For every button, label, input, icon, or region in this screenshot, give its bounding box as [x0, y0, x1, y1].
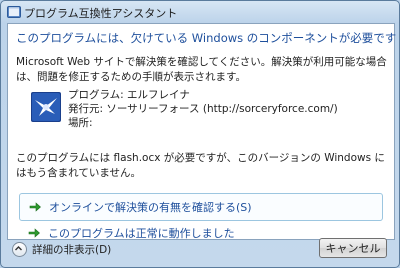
problem-header: このプログラムには、欠けている Windows のコンポーネントが必要です	[16, 31, 397, 45]
hide-details-button[interactable]: 詳細の非表示(D)	[12, 242, 111, 257]
cancel-button[interactable]: キャンセル	[319, 238, 387, 258]
program-name: プログラム: エルフレイナ	[68, 89, 190, 101]
green-arrow-icon	[29, 202, 41, 212]
hide-details-label: 詳細の非表示(D)	[32, 244, 112, 256]
option-label: このプログラムは正常に動作しました	[48, 227, 235, 240]
check-online-solution-option[interactable]: オンラインで解決策の有無を確認する(S)	[19, 193, 383, 221]
chevron-up-icon	[12, 242, 27, 257]
title-bar: プログラム互換性アシスタント	[1, 1, 399, 23]
dialog-content: このプログラムには、欠けている Windows のコンポーネントが必要です Mi…	[7, 23, 397, 240]
program-info: プログラム: エルフレイナ 発行元: ソーサリーフォース (http://sor…	[68, 88, 338, 130]
green-arrow-icon	[28, 228, 40, 238]
compatibility-icon	[7, 6, 21, 18]
description-text: Microsoft Web サイトで解決策を確認してください。解決策が利用可能な…	[16, 56, 387, 83]
window-title: プログラム互換性アシスタント	[24, 7, 178, 20]
missing-component-message: このプログラムには flash.ocx が必要ですが、このバージョンの Wind…	[16, 152, 385, 179]
program-location: 場所:	[68, 117, 93, 129]
option-label: オンラインで解決策の有無を確認する(S)	[49, 201, 252, 214]
program-icon	[31, 92, 61, 122]
program-compatibility-dialog: プログラム互換性アシスタント このプログラムには、欠けている Windows の…	[0, 0, 400, 268]
publisher-name: 発行元: ソーサリーフォース (http://sorceryforce.com/…	[68, 103, 338, 115]
